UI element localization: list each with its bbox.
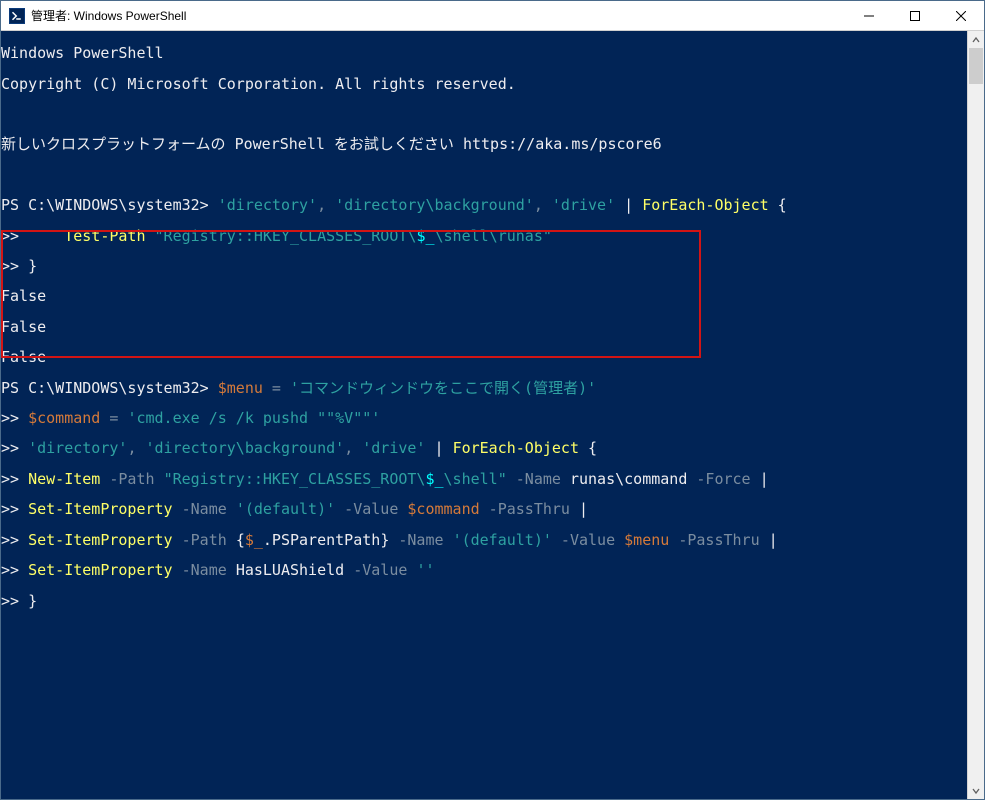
terminal-line: >> Test-Path "Registry::HKEY_CLASSES_ROO… [1, 229, 967, 244]
close-button[interactable] [938, 1, 984, 31]
terminal-line: >> $command = 'cmd.exe /s /k pushd ""%V"… [1, 411, 967, 426]
terminal-line: >> 'directory', 'directory\background', … [1, 441, 967, 456]
terminal-line: >> } [1, 259, 967, 274]
window-title: 管理者: Windows PowerShell [31, 7, 186, 24]
terminal-line: False [1, 320, 967, 335]
maximize-icon [910, 11, 920, 21]
chevron-down-icon [972, 787, 980, 795]
powershell-window: 管理者: Windows PowerShell Windows PowerShe… [0, 0, 985, 800]
terminal-line: >> Set-ItemProperty -Name '(default)' -V… [1, 502, 967, 517]
terminal[interactable]: Windows PowerShell Copyright (C) Microso… [1, 31, 967, 799]
terminal-line: >> Set-ItemProperty -Name HasLUAShield -… [1, 563, 967, 578]
terminal-line: >> } [1, 594, 967, 609]
scroll-track[interactable] [968, 48, 984, 782]
terminal-line: >> Set-ItemProperty -Path {$_.PSParentPa… [1, 533, 967, 548]
minimize-icon [864, 11, 874, 21]
terminal-line [1, 107, 967, 122]
close-icon [956, 11, 966, 21]
client-area: Windows PowerShell Copyright (C) Microso… [1, 31, 984, 799]
titlebar[interactable]: 管理者: Windows PowerShell [1, 1, 984, 31]
chevron-up-icon [972, 36, 980, 44]
scroll-thumb[interactable] [969, 48, 983, 84]
scroll-down-button[interactable] [968, 782, 984, 799]
terminal-line: PS C:\WINDOWS\system32> $menu = 'コマンドウィン… [1, 381, 967, 396]
terminal-line: False [1, 289, 967, 304]
scroll-up-button[interactable] [968, 31, 984, 48]
terminal-line: >> New-Item -Path "Registry::HKEY_CLASSE… [1, 472, 967, 487]
terminal-line: False [1, 350, 967, 365]
maximize-button[interactable] [892, 1, 938, 31]
terminal-line: Copyright (C) Microsoft Corporation. All… [1, 77, 967, 92]
terminal-line: Windows PowerShell [1, 46, 967, 61]
terminal-line: PS C:\WINDOWS\system32> 'directory', 'di… [1, 198, 967, 213]
terminal-line [1, 168, 967, 183]
minimize-button[interactable] [846, 1, 892, 31]
scrollbar[interactable] [967, 31, 984, 799]
powershell-icon [9, 8, 25, 24]
terminal-line: 新しいクロスプラットフォームの PowerShell をお試しください http… [1, 137, 967, 152]
